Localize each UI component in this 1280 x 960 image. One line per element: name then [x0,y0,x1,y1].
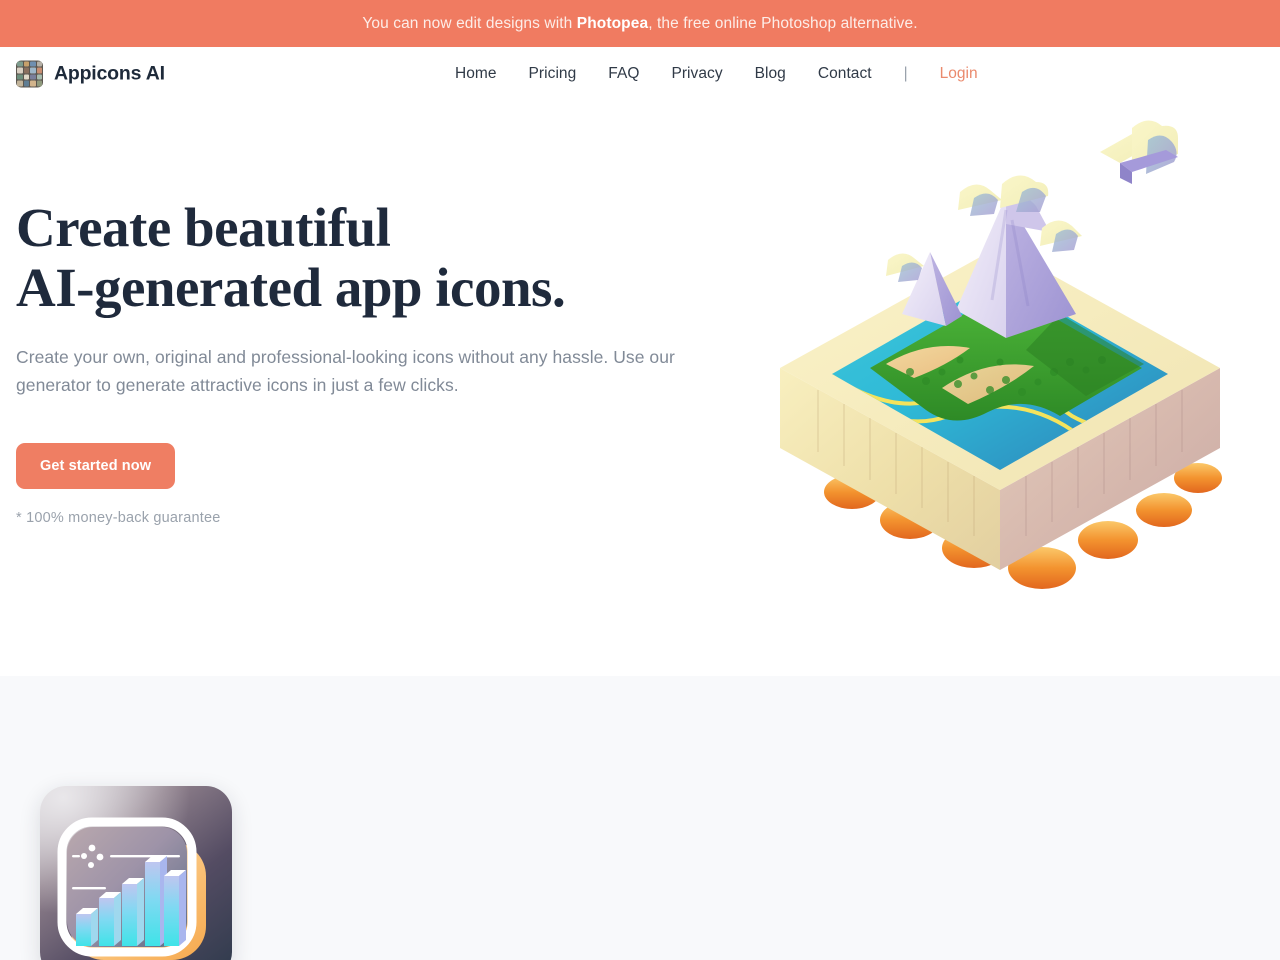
isometric-island-volcano-3d-icon [760,100,1240,676]
bar-chart-app-icon[interactable] [40,786,232,960]
nav-item-faq[interactable]: FAQ [592,65,655,83]
promo-brand-name[interactable]: Photopea [577,15,648,32]
app-grid-logo-icon [16,60,43,87]
nav-item-pricing[interactable]: Pricing [513,65,593,83]
nav-item-privacy[interactable]: Privacy [655,65,738,83]
hero-subtitle: Create your own, original and profession… [16,347,675,395]
page-title: Create beautiful AI-generated app icons. [16,198,696,318]
main-navigation: Home Pricing FAQ Privacy Blog Contact | … [439,65,994,83]
site-header: Appicons AI Home Pricing FAQ Privacy Blo… [0,47,1280,100]
floating-cloud-icon [1100,120,1178,184]
get-started-button[interactable]: Get started now [16,443,176,489]
brand-name: Appicons AI [54,62,165,84]
promo-text-before: You can now edit designs with [362,14,577,32]
volcano-mountain [902,194,1076,338]
promo-banner[interactable]: You can now edit designs with Photopea, … [0,0,1280,47]
promo-text-after: , the free online Photoshop alternative. [648,14,918,32]
nav-item-contact[interactable]: Contact [802,65,888,83]
nav-item-home[interactable]: Home [439,65,513,83]
money-back-guarantee-note: * 100% money-back guarantee [16,510,221,526]
hero-title-line-1: Create beautiful [16,197,391,258]
icon-showcase-section [0,676,1280,960]
nav-separator: | [903,64,908,82]
nav-item-blog[interactable]: Blog [739,65,802,83]
nav-item-login[interactable]: Login [924,65,994,83]
brand-logo-link[interactable]: Appicons AI [16,60,165,87]
hero-section: Create beautiful AI-generated app icons.… [0,100,1280,676]
hero-title-line-2: AI-generated app icons. [16,257,566,318]
hero-copy: Create beautiful AI-generated app icons.… [16,198,696,526]
promo-banner-text: You can now edit designs with Photopea, … [362,15,917,33]
